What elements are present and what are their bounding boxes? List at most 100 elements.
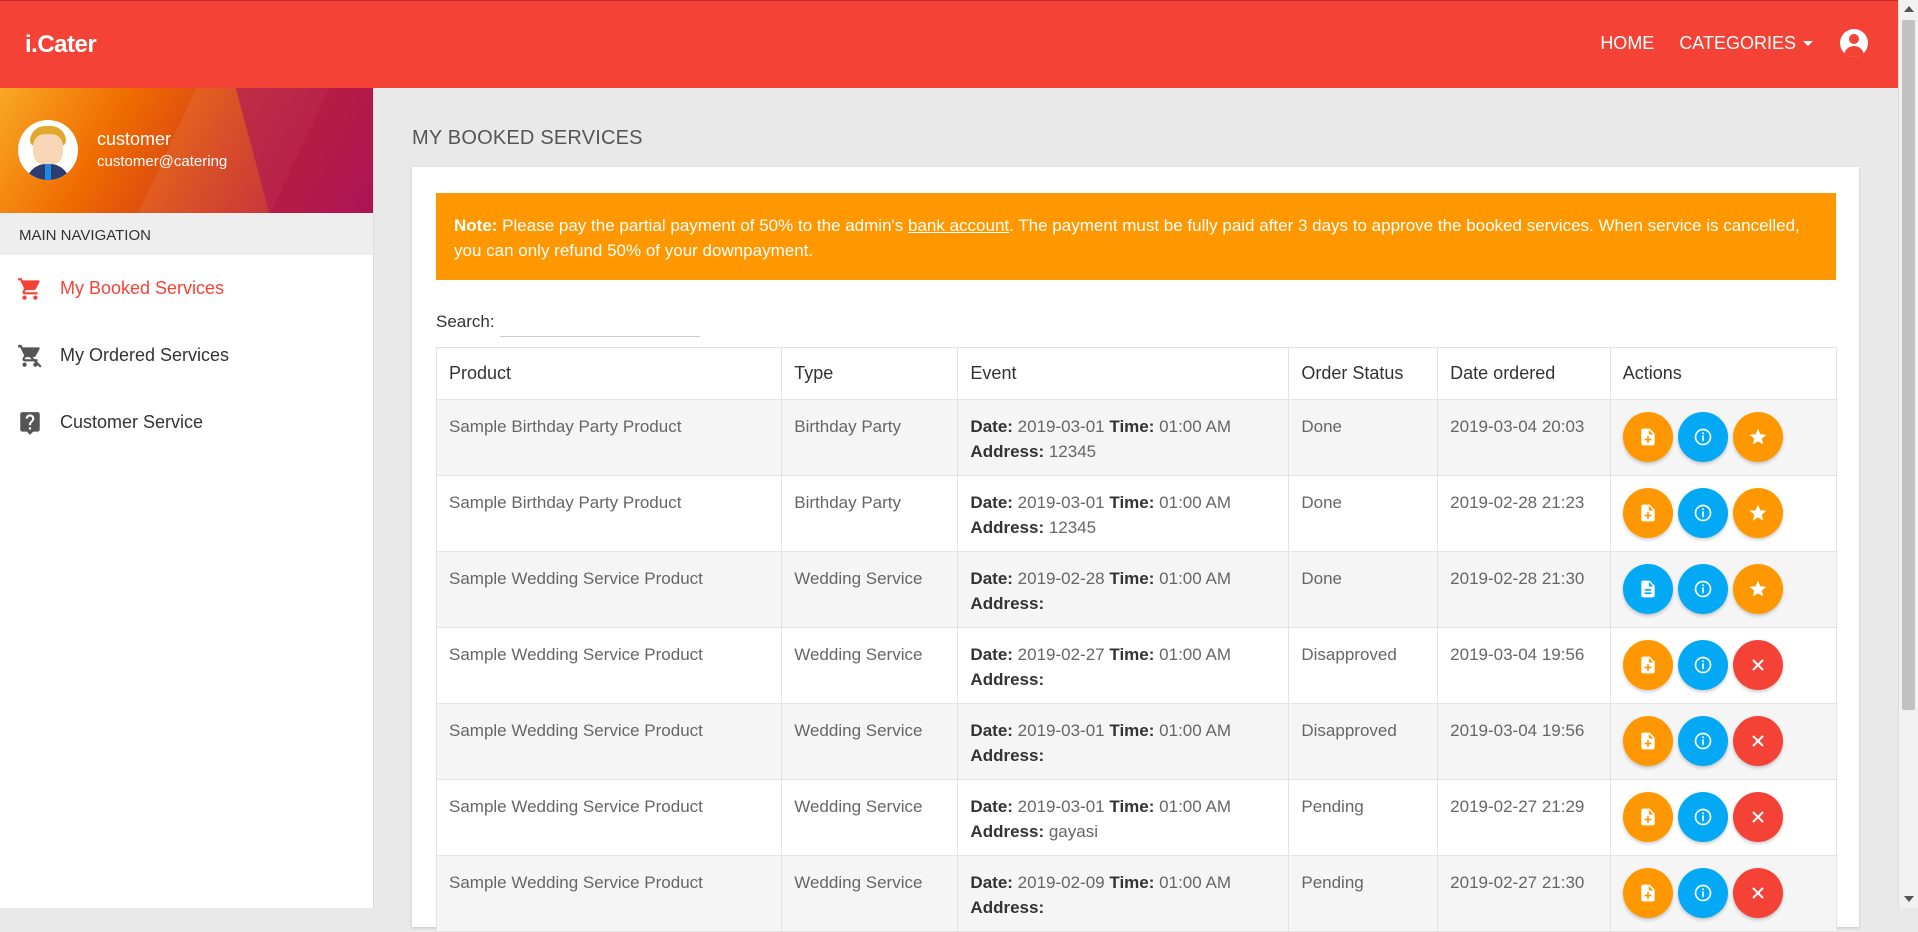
table-row: Sample Wedding Service Product Wedding Se… bbox=[435, 855, 1838, 932]
date-label: Date: bbox=[970, 493, 1013, 512]
time-label: Time: bbox=[1109, 569, 1155, 588]
table-header-row: Product Type Event Order Status Date ordered… bbox=[435, 347, 1838, 400]
address-label: Address: bbox=[970, 822, 1045, 841]
time-label: Time: bbox=[1109, 493, 1155, 512]
date-label: Date: bbox=[970, 873, 1013, 892]
event-time: 01:00 AM bbox=[1159, 721, 1231, 740]
info-button[interactable] bbox=[1677, 564, 1728, 614]
event-cell: Date: 2019-03-01 Time: 01:00 AM Address: … bbox=[957, 475, 1290, 552]
avatar bbox=[18, 120, 78, 180]
sidebar-item-my-ordered-services[interactable]: My Ordered Services bbox=[0, 322, 373, 389]
actions-cell bbox=[1609, 855, 1838, 932]
event-time: 01:00 AM bbox=[1159, 873, 1231, 892]
column-header-type[interactable]: Type bbox=[781, 347, 959, 400]
account-circle-icon[interactable] bbox=[1840, 29, 1868, 57]
top-nav: HOME CATEGORIES bbox=[1575, 29, 1868, 57]
info-button[interactable] bbox=[1677, 412, 1728, 462]
nav-categories-dropdown[interactable]: CATEGORIES bbox=[1679, 33, 1813, 54]
bank-account-link[interactable]: bank account bbox=[908, 216, 1009, 235]
scroll-up-icon[interactable] bbox=[1904, 6, 1914, 12]
invoice-add-button[interactable] bbox=[1622, 716, 1673, 766]
event-address: 12345 bbox=[1048, 518, 1097, 537]
info-button[interactable] bbox=[1677, 640, 1728, 690]
address-label: Address: bbox=[970, 442, 1045, 461]
invoice-add-button[interactable] bbox=[1622, 412, 1673, 462]
address-label: Address: bbox=[970, 518, 1045, 537]
cancel-button[interactable] bbox=[1732, 868, 1783, 918]
cancel-button[interactable] bbox=[1732, 640, 1783, 690]
column-header-order-status[interactable]: Order Status bbox=[1288, 347, 1439, 400]
info-button[interactable] bbox=[1677, 792, 1728, 842]
event-date: 2019-02-09 bbox=[1017, 873, 1105, 892]
product-cell: Sample Wedding Service Product bbox=[435, 551, 783, 628]
invoice-view-button[interactable] bbox=[1622, 564, 1673, 614]
date-ordered-cell: 2019-02-27 21:30 bbox=[1437, 855, 1611, 932]
scroll-down-icon[interactable] bbox=[1904, 896, 1914, 902]
sidebar-item-customer-service[interactable]: Customer Service bbox=[0, 389, 373, 456]
sidebar: customer customer@catering MAIN NAVIGATI… bbox=[0, 88, 374, 908]
event-cell: Date: 2019-02-28 Time: 01:00 AM Address: bbox=[957, 551, 1290, 628]
event-date: 2019-03-01 bbox=[1017, 493, 1105, 512]
address-label: Address: bbox=[970, 594, 1045, 613]
status-cell: Done bbox=[1288, 551, 1439, 628]
date-ordered-cell: 2019-03-04 19:56 bbox=[1437, 627, 1611, 704]
actions-cell bbox=[1609, 551, 1838, 628]
date-label: Date: bbox=[970, 797, 1013, 816]
sidebar-menu: My Booked Services My Ordered Services Cus… bbox=[0, 255, 373, 456]
event-cell: Date: 2019-02-27 Time: 01:00 AM Address: bbox=[957, 627, 1290, 704]
time-label: Time: bbox=[1109, 721, 1155, 740]
services-card: Note: Please pay the partial payment of … bbox=[412, 167, 1859, 932]
rate-button[interactable] bbox=[1732, 412, 1783, 462]
column-header-date-ordered[interactable]: Date ordered bbox=[1437, 347, 1611, 400]
column-header-product[interactable]: Product bbox=[435, 347, 783, 400]
time-label: Time: bbox=[1109, 645, 1155, 664]
type-cell: Birthday Party bbox=[781, 475, 959, 552]
info-button[interactable] bbox=[1677, 868, 1728, 918]
rate-button[interactable] bbox=[1732, 488, 1783, 538]
type-cell: Birthday Party bbox=[781, 399, 959, 476]
cancel-button[interactable] bbox=[1732, 716, 1783, 766]
event-cell: Date: 2019-03-01 Time: 01:00 AM Address: … bbox=[957, 399, 1290, 476]
table-row: Sample Wedding Service Product Wedding Se… bbox=[435, 779, 1838, 856]
invoice-add-button[interactable] bbox=[1622, 640, 1673, 690]
status-cell: Disapproved bbox=[1288, 627, 1439, 704]
sidebar-item-my-booked-services[interactable]: My Booked Services bbox=[0, 255, 373, 322]
actions-cell bbox=[1609, 779, 1838, 856]
brand-logo[interactable]: i.Cater bbox=[25, 31, 97, 59]
event-date: 2019-02-28 bbox=[1017, 569, 1105, 588]
status-cell: Done bbox=[1288, 399, 1439, 476]
search-input[interactable] bbox=[500, 305, 700, 337]
column-header-event[interactable]: Event bbox=[957, 347, 1290, 400]
info-button[interactable] bbox=[1677, 488, 1728, 538]
invoice-add-button[interactable] bbox=[1622, 792, 1673, 842]
info-button[interactable] bbox=[1677, 716, 1728, 766]
nav-home-link[interactable]: HOME bbox=[1600, 33, 1654, 54]
table-row: Sample Wedding Service Product Wedding Se… bbox=[435, 703, 1838, 780]
status-cell: Pending bbox=[1288, 855, 1439, 932]
caret-down-icon bbox=[1803, 40, 1813, 46]
event-address: 12345 bbox=[1048, 442, 1097, 461]
status-cell: Done bbox=[1288, 475, 1439, 552]
invoice-add-button[interactable] bbox=[1622, 488, 1673, 538]
address-label: Address: bbox=[970, 746, 1045, 765]
event-cell: Date: 2019-02-09 Time: 01:00 AM Address: bbox=[957, 855, 1290, 932]
invoice-add-button[interactable] bbox=[1622, 868, 1673, 918]
top-navbar: i.Cater HOME CATEGORIES bbox=[0, 0, 1898, 88]
cart-off-icon bbox=[16, 342, 44, 370]
date-ordered-cell: 2019-02-27 21:29 bbox=[1437, 779, 1611, 856]
time-label: Time: bbox=[1109, 417, 1155, 436]
date-label: Date: bbox=[970, 645, 1013, 664]
cancel-button[interactable] bbox=[1732, 792, 1783, 842]
note-label: Note: bbox=[454, 216, 498, 235]
date-ordered-cell: 2019-03-04 20:03 bbox=[1437, 399, 1611, 476]
table-row: Sample Wedding Service Product Wedding Se… bbox=[435, 627, 1838, 704]
event-time: 01:00 AM bbox=[1159, 417, 1231, 436]
page-scrollbar[interactable] bbox=[1898, 0, 1918, 908]
product-cell: Sample Birthday Party Product bbox=[435, 399, 783, 476]
product-cell: Sample Wedding Service Product bbox=[435, 627, 783, 704]
rate-button[interactable] bbox=[1732, 564, 1783, 614]
scrollbar-thumb[interactable] bbox=[1902, 20, 1915, 710]
note-text-before: Please pay the partial payment of 50% to… bbox=[497, 216, 908, 235]
column-header-actions[interactable]: Actions bbox=[1609, 347, 1838, 400]
nav-header: MAIN NAVIGATION bbox=[0, 213, 373, 255]
